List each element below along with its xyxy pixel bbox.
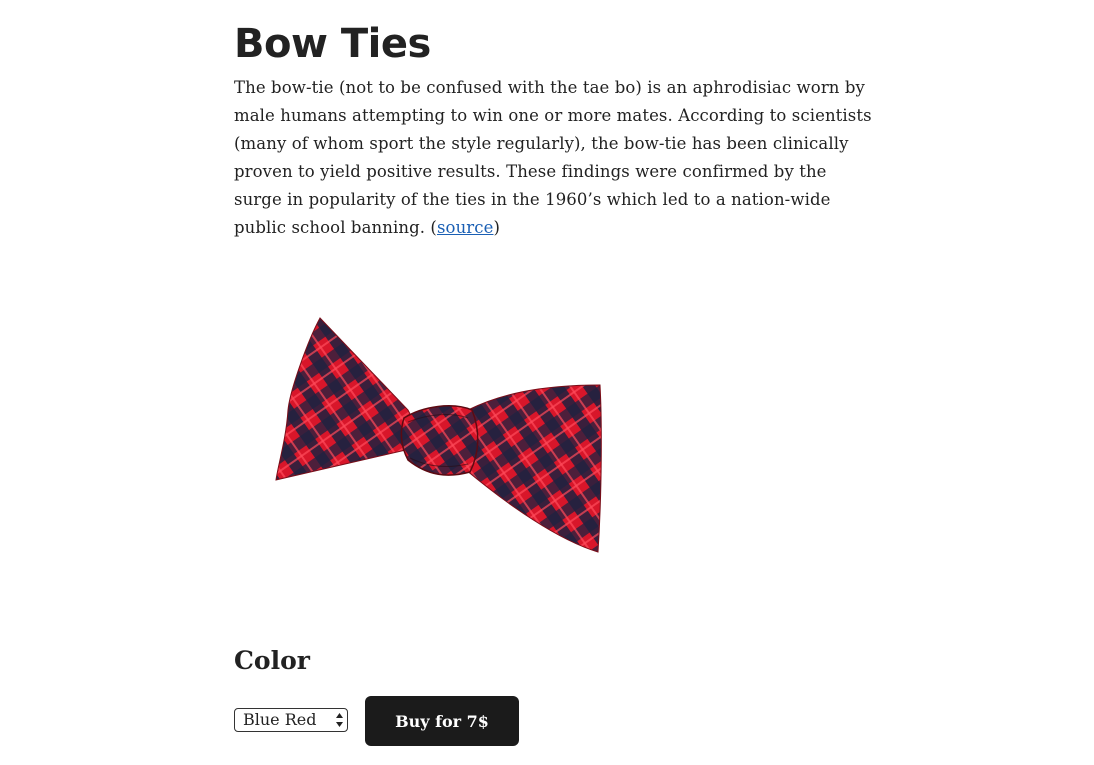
bow-tie-image xyxy=(275,317,602,553)
source-link[interactable]: source xyxy=(437,218,494,237)
main-content: Bow Ties The bow-tie (not to be confused… xyxy=(234,16,874,242)
select-arrows-icon xyxy=(336,713,343,727)
description-close-paren: ) xyxy=(493,218,501,237)
page-title: Bow Ties xyxy=(234,21,431,67)
description-text: The bow-tie (not to be confused with the… xyxy=(234,78,872,237)
page: Bow Ties The bow-tie (not to be confused… xyxy=(0,0,1094,765)
description: The bow-tie (not to be confused with the… xyxy=(234,74,874,242)
color-section-title: Color xyxy=(234,646,310,675)
color-select[interactable]: Blue Red xyxy=(234,708,348,732)
color-select-value: Blue Red xyxy=(243,710,317,729)
buy-button[interactable]: Buy for 7$ xyxy=(365,696,519,746)
